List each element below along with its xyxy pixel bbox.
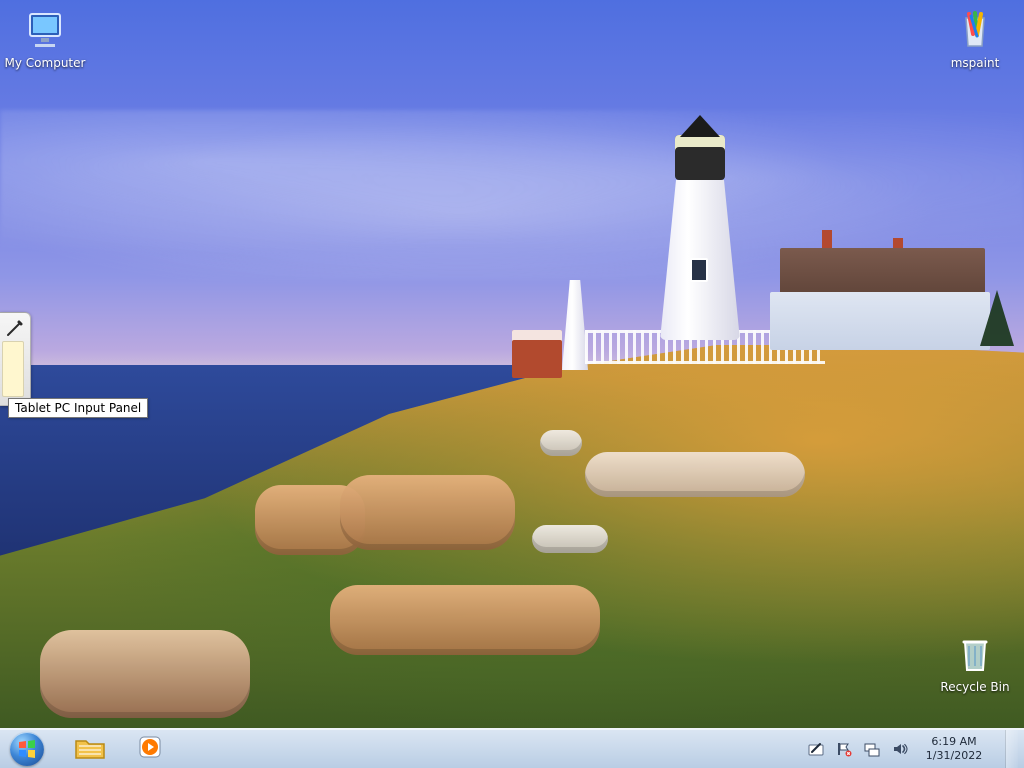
wallpaper-rock [340,475,515,550]
clock-time: 6:19 AM [931,734,977,748]
desktop-icon-mspaint[interactable]: mspaint [930,8,1020,70]
taskbar: 6:19 AM 1/31/2022 [0,728,1024,768]
desktop-icon-label: My Computer [4,56,86,70]
clock-date: 1/31/2022 [925,748,983,762]
tablet-input-panel-tab[interactable] [0,312,31,406]
wallpaper-lighthouse [650,110,750,340]
action-center-icon[interactable] [835,740,853,758]
desktop-icon-recycle-bin[interactable]: Recycle Bin [930,632,1020,694]
windows-logo-icon [10,731,44,766]
wallpaper-rock [540,430,582,456]
taskbar-pinned-explorer[interactable] [66,731,114,767]
desktop: My Computer mspaint Recycle Bin Tablet P… [0,0,1024,728]
recycle-bin-icon [953,632,997,676]
show-desktop-button[interactable] [1005,729,1018,768]
desktop-icon-label: Recycle Bin [940,680,1010,694]
tablet-input-paper [2,341,24,397]
pen-input-icon[interactable] [807,740,825,758]
house-wall [770,292,990,350]
pen-icon [7,320,23,336]
lighthouse-cap [680,115,720,137]
paint-icon [953,8,997,52]
wallpaper-rock [585,452,805,497]
start-button[interactable] [0,729,54,768]
desktop-icon-my-computer[interactable]: My Computer [0,8,90,70]
media-player-icon [136,733,164,765]
tablet-input-panel-tooltip: Tablet PC Input Panel [8,398,149,418]
computer-icon [23,8,67,52]
wallpaper-rock [330,585,600,655]
network-icon[interactable] [863,740,881,758]
volume-icon[interactable] [891,740,909,758]
wallpaper-rock [40,630,250,718]
lighthouse-lantern [675,135,725,180]
wallpaper-house [770,230,990,350]
taskbar-pinned-media-player[interactable] [126,731,174,767]
lighthouse-window [690,258,708,282]
system-tray: 6:19 AM 1/31/2022 [807,729,1024,768]
wallpaper-shed [512,330,562,378]
file-explorer-icon [73,733,107,765]
taskbar-clock[interactable]: 6:19 AM 1/31/2022 [919,735,989,763]
wallpaper-rock [532,525,608,553]
desktop-icon-label: mspaint [950,56,1000,70]
